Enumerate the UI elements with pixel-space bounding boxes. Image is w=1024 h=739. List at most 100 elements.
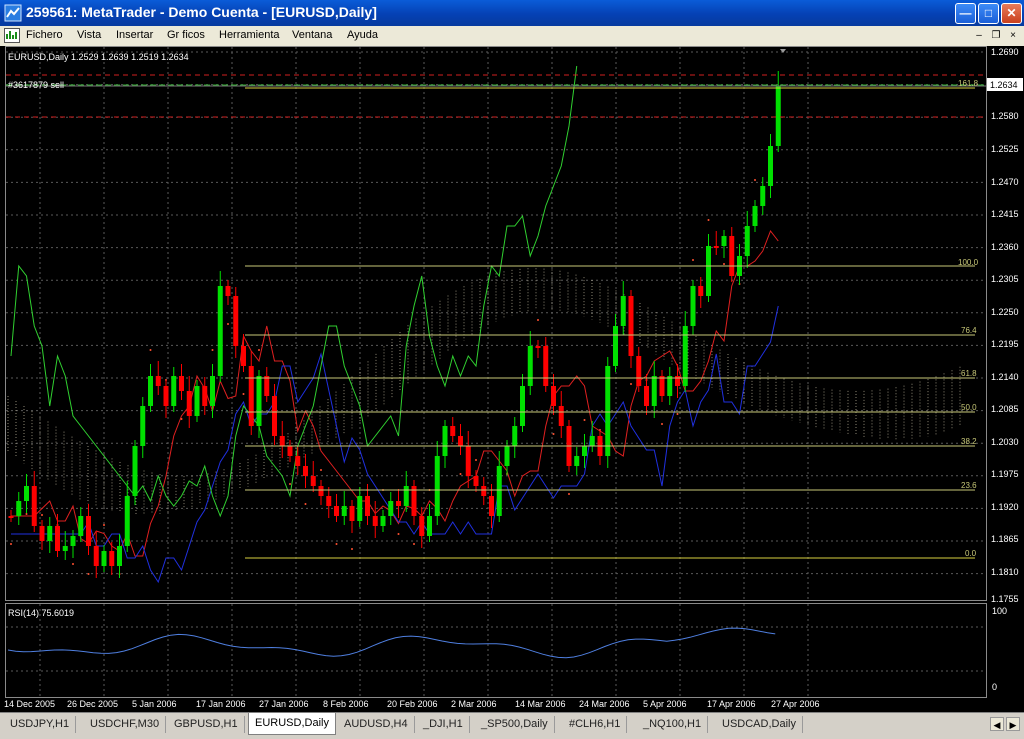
price-tick: 1.2580 [991,111,1019,121]
candle-body [605,366,611,456]
tab-scroll-right-icon[interactable]: ▶ [1006,717,1020,731]
tab-clh6[interactable]: #CLH6,H1 [563,716,628,733]
fib-level-label: 38.2 [961,437,977,446]
close-button[interactable]: ✕ [1001,3,1022,24]
metatrader-app-icon[interactable] [4,4,22,22]
candle-body [419,516,425,536]
tab-eurusd[interactable]: EURUSD,Daily [248,713,336,735]
candle-body [690,286,696,326]
sar-dot [242,393,245,395]
candle-body [55,526,60,551]
tab-usdcad[interactable]: USDCAD,Daily [716,716,803,733]
candle-body [163,386,169,406]
menu-vista[interactable]: Vista [77,29,101,41]
chart-shift-marker-icon[interactable] [780,49,786,53]
tab-gbpusd[interactable]: GBPUSD,H1 [168,716,245,733]
candle-body [295,456,301,466]
tab-nq100[interactable]: _NQ100,H1 [637,716,709,733]
candle-body [117,546,122,566]
candle-body [16,501,22,516]
sar-dot [413,543,415,545]
fib-level-label: 23.6 [961,481,977,490]
minimize-button[interactable]: — [955,3,976,24]
price-tick: 1.2690 [991,47,1019,57]
candle-body [458,436,463,446]
sar-dot [149,349,152,351]
candle-body [713,246,719,248]
sar-dot [180,418,183,420]
candle-body [396,501,401,506]
candle-body [465,446,471,476]
candle-body [47,526,53,541]
mdi-restore-icon[interactable]: ❐ [989,29,1003,42]
menu-fichero[interactable]: Fichero [26,29,63,41]
menu-herramienta[interactable]: Herramienta [219,29,280,41]
price-tick: 1.2195 [991,339,1019,349]
fib-level-label: 61.8 [961,369,977,378]
tab-audusd[interactable]: AUDUSD,H4 [338,716,415,733]
sar-dot [25,513,28,515]
candle-body [620,296,626,326]
sar-dot [552,433,555,435]
sar-dot [661,423,663,425]
candle-body [140,406,146,446]
maximize-button[interactable]: □ [978,3,999,24]
chart-window-icon[interactable] [4,28,20,43]
candle-body [194,386,200,416]
candle-body [101,551,107,566]
sar-dot [72,563,74,565]
candle-body [365,496,370,516]
candle-body [535,346,541,348]
rsi-axis-max: 100 [992,606,1007,616]
tab-usdchf[interactable]: USDCHF,M30 [84,716,167,733]
tab-dji[interactable]: _DJI,H1 [417,716,470,733]
candle-body [272,396,277,436]
menu-ventana[interactable]: Ventana [292,29,332,41]
symbol-info-label: EURUSD,Daily 1.2529 1.2639 1.2519 1.2634 [8,52,189,62]
tab-usdjpy[interactable]: USDJPY,H1 [4,716,77,733]
mdi-minimize-icon[interactable]: – [972,29,986,42]
candle-body [543,346,549,386]
menu-insertar[interactable]: Insertar [116,29,153,41]
candle-body [613,326,618,366]
candle-body [279,436,285,446]
candle-body [380,516,386,526]
menu-graficos[interactable]: Gr ficos [167,29,205,41]
price-tick: 1.2470 [991,177,1019,187]
candle-body [132,446,138,496]
candle-body [334,506,339,516]
candle-body [442,426,448,456]
candle-body [659,376,665,396]
date-tick: 26 Dec 2005 [67,699,118,709]
main-chart-frame [5,46,987,601]
candlestick-series[interactable] [8,71,781,578]
fib-level-label: 50.0 [961,403,977,412]
fibonacci-retracement[interactable] [245,87,975,559]
menu-ayuda[interactable]: Ayuda [347,29,378,41]
sar-dot [475,459,477,461]
candle-body [341,506,347,516]
date-tick: 2 Mar 2006 [451,699,497,709]
candle-body [403,486,409,506]
price-tick: 1.2305 [991,274,1019,284]
price-tick: 1.2250 [991,307,1019,317]
rsi-line[interactable] [7,627,776,659]
candle-body [481,486,487,496]
candle-body [124,496,130,546]
chart-window[interactable]: EURUSD,Daily 1.2529 1.2639 1.2519 1.2634… [0,46,1024,712]
tab-sp500[interactable]: _SP500,Daily [475,716,555,733]
sar-dot [335,543,338,545]
maximize-icon: □ [984,6,993,20]
tab-scroll-left-icon[interactable]: ◀ [990,717,1004,731]
sar-dot [754,179,756,181]
mdi-close-icon[interactable]: × [1006,29,1020,42]
candle-body [512,426,518,446]
candle-body [558,406,564,426]
date-tick: 27 Jan 2006 [259,699,309,709]
candle-body [504,446,510,466]
candle-body [241,346,246,366]
sar-dot [304,503,307,505]
fib-level-label: 0.0 [965,549,977,558]
sar-dot [723,263,725,265]
candle-body [589,436,595,446]
